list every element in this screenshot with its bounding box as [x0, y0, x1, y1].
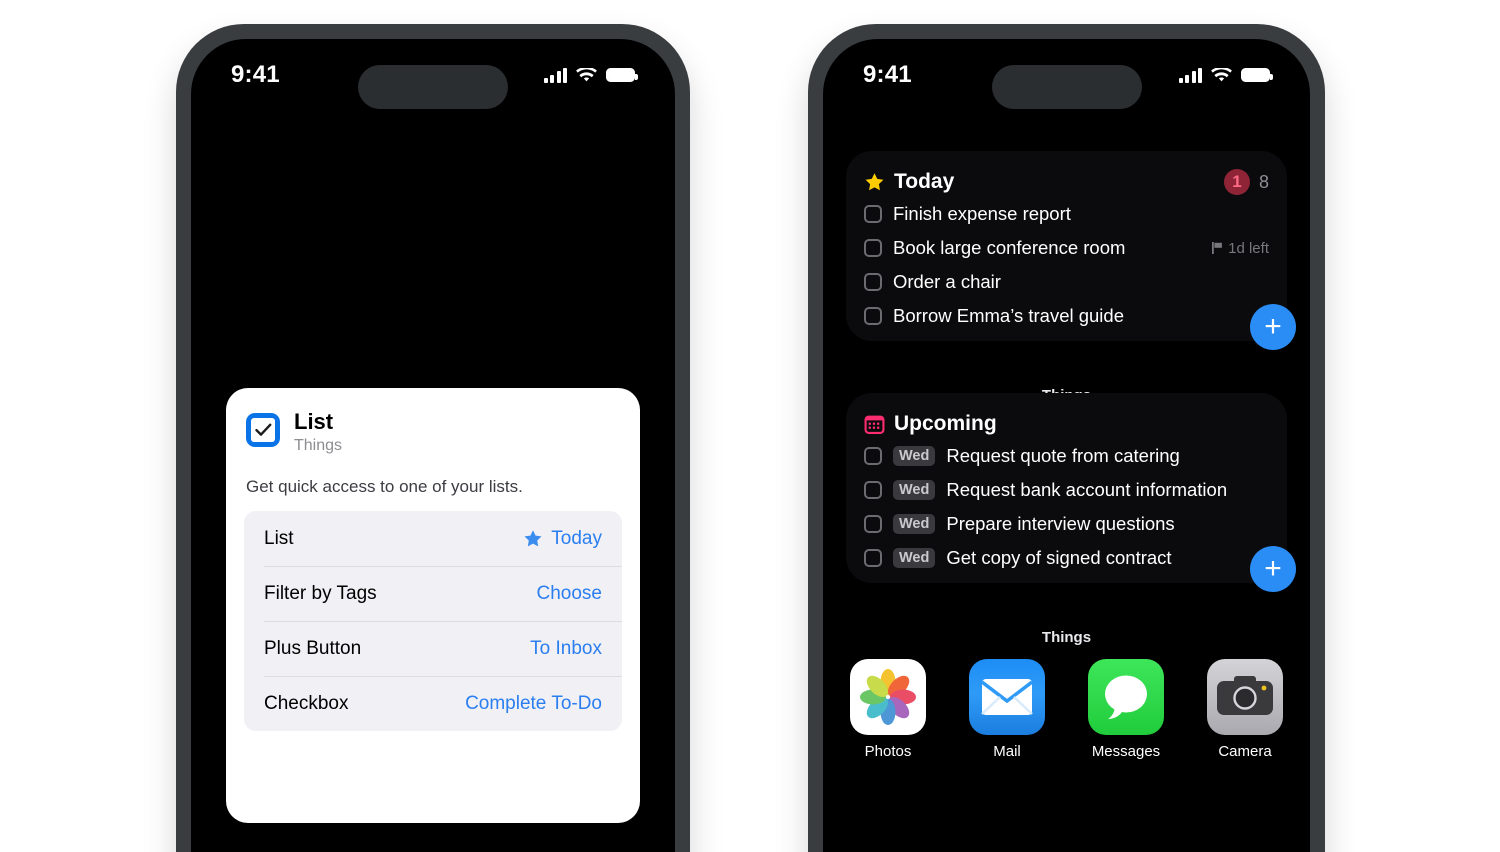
screenshot-canvas: 9:41 List Things Get quick access to one… [0, 0, 1500, 852]
config-row-value[interactable]: Complete To-Do [465, 693, 602, 715]
add-todo-button[interactable]: + [1250, 304, 1296, 350]
widget-header: Upcoming [864, 409, 1269, 439]
config-row-label: Filter by Tags [264, 582, 377, 604]
config-row-label: List [264, 527, 294, 549]
widget-config-card: List Things Get quick access to one of y… [226, 388, 640, 823]
todo-deadline-text: 1d left [1228, 239, 1269, 257]
checkbox-icon[interactable] [864, 205, 882, 223]
todo-item[interactable]: Wed Request quote from catering [864, 439, 1269, 473]
todo-title: Order a chair [893, 271, 1001, 292]
wifi-icon [576, 67, 597, 81]
app-label: Messages [1091, 743, 1161, 760]
battery-full-icon [606, 68, 638, 82]
status-bar-left: 9:41 [191, 39, 675, 111]
status-bar-indicators [543, 67, 638, 83]
app-messages[interactable]: Messages [1084, 659, 1168, 760]
todo-title: Get copy of signed contract [946, 547, 1172, 568]
todo-title: Request bank account information [946, 479, 1228, 500]
mail-app-icon [969, 659, 1045, 735]
star-icon [524, 529, 542, 546]
photos-app-icon [850, 659, 926, 735]
home-screen-app-row: Photos Mail Messages Camera [846, 659, 1287, 760]
widget-upcoming[interactable]: Upcoming Wed Request quote from catering… [846, 393, 1296, 592]
widget-caption: Things [1041, 629, 1092, 646]
todo-day-tag: Wed [893, 446, 936, 466]
config-card-title: List [294, 409, 334, 435]
messages-app-icon [1088, 659, 1164, 735]
phone-device-right: 9:41 Today 1 8 Finish expense report Boo… [808, 24, 1325, 852]
app-mail[interactable]: Mail [965, 659, 1049, 760]
config-row-list[interactable]: List Today [244, 511, 622, 566]
todo-title: Request quote from catering [946, 445, 1180, 466]
widget-title: Upcoming [894, 412, 997, 435]
config-row-value[interactable]: To Inbox [530, 638, 602, 660]
checkbox-icon[interactable] [864, 307, 882, 325]
star-icon [865, 172, 884, 190]
todo-day-tag: Wed [893, 548, 936, 568]
add-todo-button[interactable]: + [1250, 546, 1296, 592]
todo-item[interactable]: Wed Prepare interview questions [864, 507, 1269, 541]
config-row-checkbox[interactable]: Checkbox Complete To-Do [244, 676, 622, 731]
calendar-icon [864, 415, 885, 434]
widget-count: 8 [1258, 171, 1269, 192]
checkbox-checked-icon [246, 413, 280, 448]
todo-title: Finish expense report [893, 203, 1071, 224]
widget-today[interactable]: Today 1 8 Finish expense report Book lar… [846, 151, 1296, 350]
status-bar-indicators [1178, 67, 1273, 83]
config-row-value[interactable]: Today [523, 528, 602, 550]
todo-item[interactable]: Finish expense report [864, 197, 1269, 231]
battery-full-icon [1241, 68, 1273, 82]
todo-title: Book large conference room [893, 237, 1126, 258]
config-row-value[interactable]: Choose [537, 583, 603, 605]
checkbox-icon[interactable] [864, 515, 882, 533]
widget-header: Today 1 8 [864, 167, 1269, 197]
widget-title: Today [894, 170, 955, 193]
cellular-signal-icon [543, 67, 567, 83]
checkbox-icon[interactable] [864, 273, 882, 291]
app-label: Camera [1218, 743, 1272, 760]
cellular-signal-icon [1178, 67, 1202, 83]
todo-deadline: 1d left [1212, 240, 1269, 257]
config-row-label: Checkbox [264, 692, 349, 714]
todo-title: Prepare interview questions [946, 513, 1175, 534]
todo-item[interactable]: Wed Request bank account information [864, 473, 1269, 507]
status-bar-right: 9:41 [823, 39, 1310, 111]
config-row-filter-by-tags[interactable]: Filter by Tags Choose [244, 566, 622, 621]
config-options-list: List Today Filter by Tags Choose Plus Bu… [244, 511, 622, 731]
phone-device-left: 9:41 List Things Get quick access to one… [176, 24, 690, 852]
phone-screen-right: 9:41 Today 1 8 Finish expense report Boo… [823, 39, 1310, 852]
checkbox-icon[interactable] [864, 239, 882, 257]
flag-icon [1212, 242, 1223, 254]
config-card-header: List Things [244, 410, 622, 455]
todo-item[interactable]: Book large conference room 1d left [864, 231, 1269, 265]
config-card-app-name: Things [294, 437, 343, 454]
todo-item[interactable]: Borrow Emma’s travel guide [864, 299, 1269, 333]
widget-counts: 1 8 [1223, 169, 1269, 195]
app-label: Photos [864, 743, 912, 760]
checkbox-icon[interactable] [864, 481, 882, 499]
wifi-icon [1211, 67, 1232, 81]
config-card-bottom-space [244, 731, 622, 823]
status-badge: 1 [1223, 169, 1250, 195]
todo-title: Borrow Emma’s travel guide [893, 305, 1124, 326]
checkbox-icon[interactable] [864, 447, 882, 465]
config-row-plus-button[interactable]: Plus Button To Inbox [244, 621, 622, 676]
app-camera[interactable]: Camera [1203, 659, 1287, 760]
status-bar-time: 9:41 [863, 61, 912, 88]
status-bar-time: 9:41 [231, 61, 280, 88]
config-card-titles: List Things [294, 410, 342, 455]
checkbox-icon[interactable] [864, 549, 882, 567]
phone-screen-left: 9:41 List Things Get quick access to one… [191, 39, 675, 852]
config-row-value-text: Today [551, 527, 602, 549]
app-photos[interactable]: Photos [846, 659, 930, 760]
todo-item[interactable]: Wed Get copy of signed contract [864, 541, 1269, 575]
todo-item[interactable]: Order a chair [864, 265, 1269, 299]
app-label: Mail [993, 743, 1021, 760]
todo-day-tag: Wed [893, 514, 936, 534]
camera-app-icon [1207, 659, 1283, 735]
config-card-description: Get quick access to one of your lists. [246, 477, 523, 496]
config-row-label: Plus Button [264, 637, 362, 659]
todo-day-tag: Wed [893, 480, 936, 500]
